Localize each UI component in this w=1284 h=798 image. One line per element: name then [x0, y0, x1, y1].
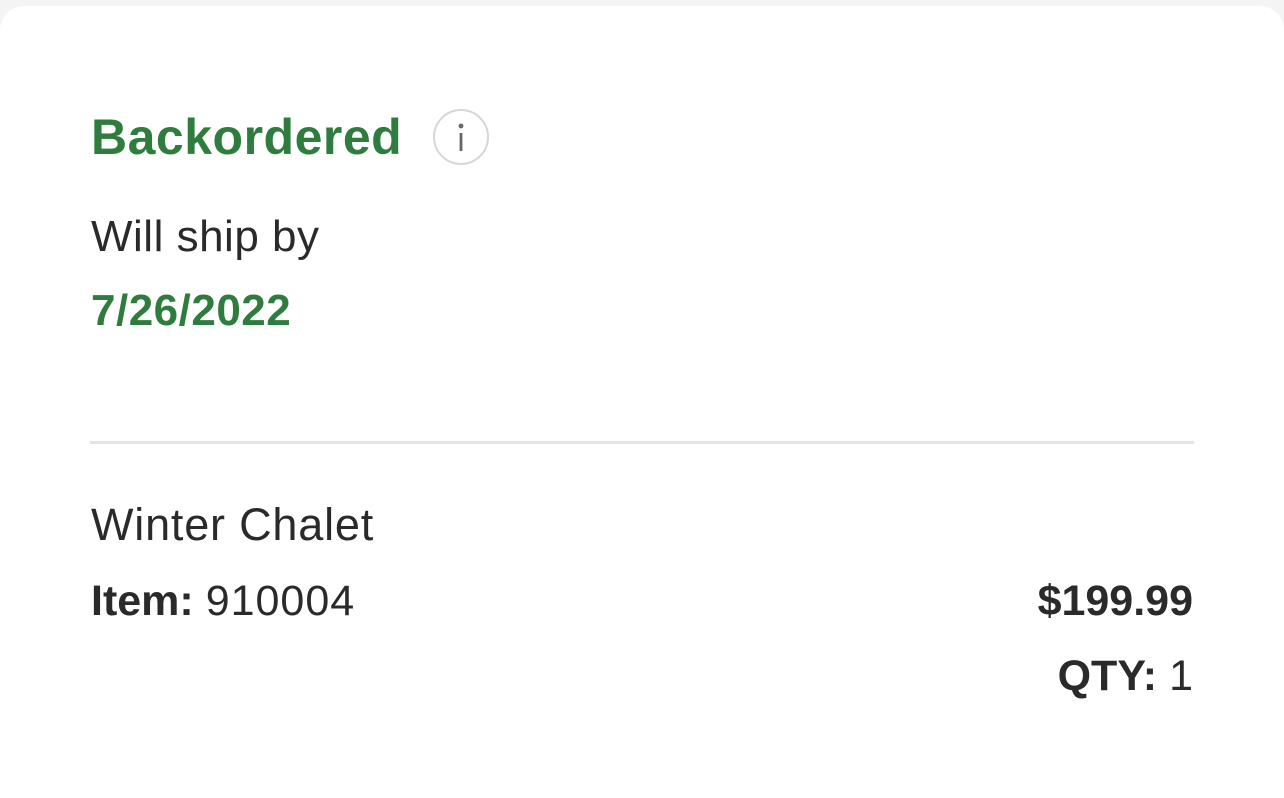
order-item-card: Backordered Will ship by 7/26/2022 Winte… — [0, 6, 1284, 798]
ship-by-date: 7/26/2022 — [91, 286, 292, 335]
product-name: Winter Chalet — [91, 499, 374, 550]
info-icon[interactable] — [433, 109, 490, 165]
item-number: 910004 — [205, 577, 356, 625]
ship-by-label: Will ship by — [91, 212, 320, 261]
item-price: $199.99 — [1037, 577, 1193, 625]
item-number-label: Item: — [91, 577, 206, 625]
info-icon-glyph — [458, 123, 464, 151]
quantity-label: QTY: — [1057, 652, 1170, 700]
quantity-value: 1 — [1169, 652, 1193, 700]
status-row: Backordered — [91, 106, 490, 168]
item-number-row: Item: 910004 — [91, 572, 355, 630]
divider — [90, 441, 1194, 444]
quantity-row: QTY: 1 — [1058, 647, 1193, 705]
status-title: Backordered — [91, 109, 403, 165]
